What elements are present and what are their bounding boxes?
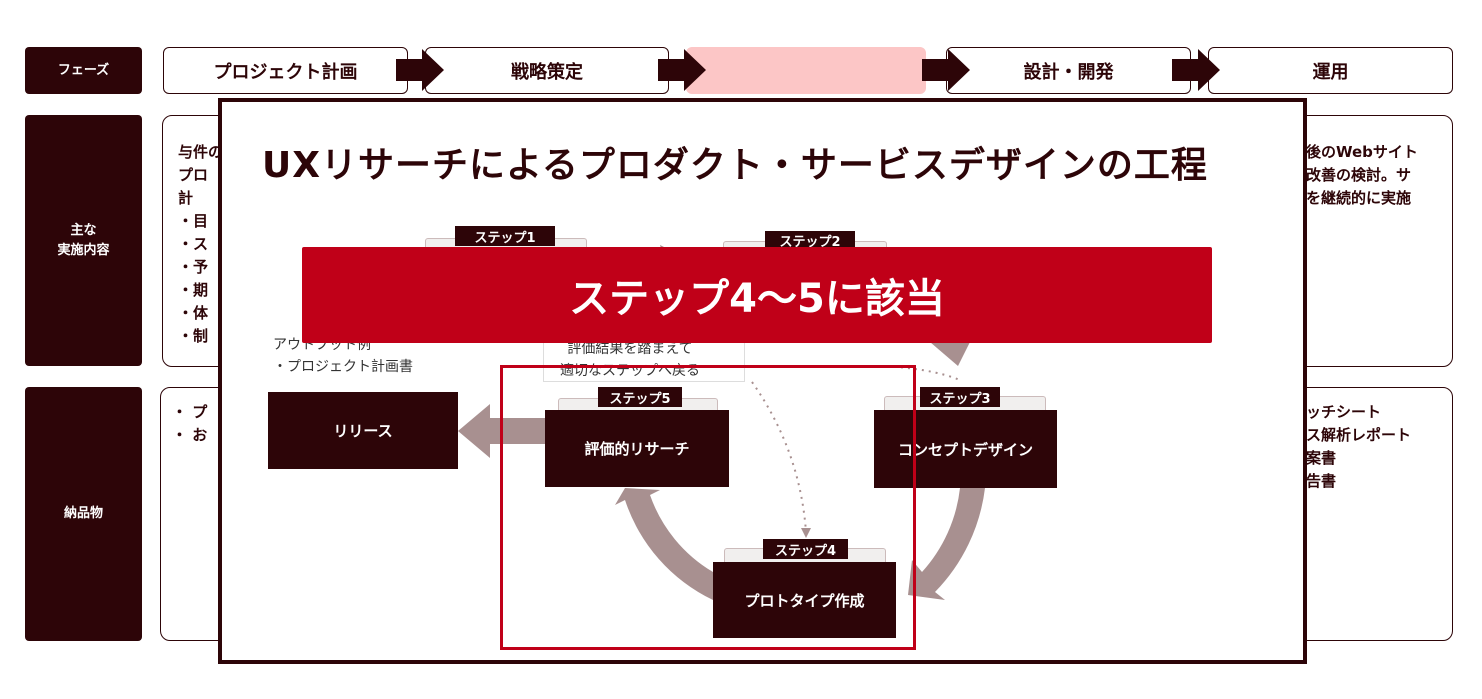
step-banner: ステップ4〜5に該当 — [302, 247, 1212, 343]
arrow-step3-to-4-icon — [908, 488, 985, 600]
step1-label: ステップ1 — [455, 226, 555, 246]
release-box: リリース — [268, 392, 458, 469]
arrow-step2-to-3-icon — [930, 342, 970, 366]
highlight-frame-steps-4-5 — [500, 365, 916, 650]
step3-label: ステップ3 — [920, 387, 1000, 407]
